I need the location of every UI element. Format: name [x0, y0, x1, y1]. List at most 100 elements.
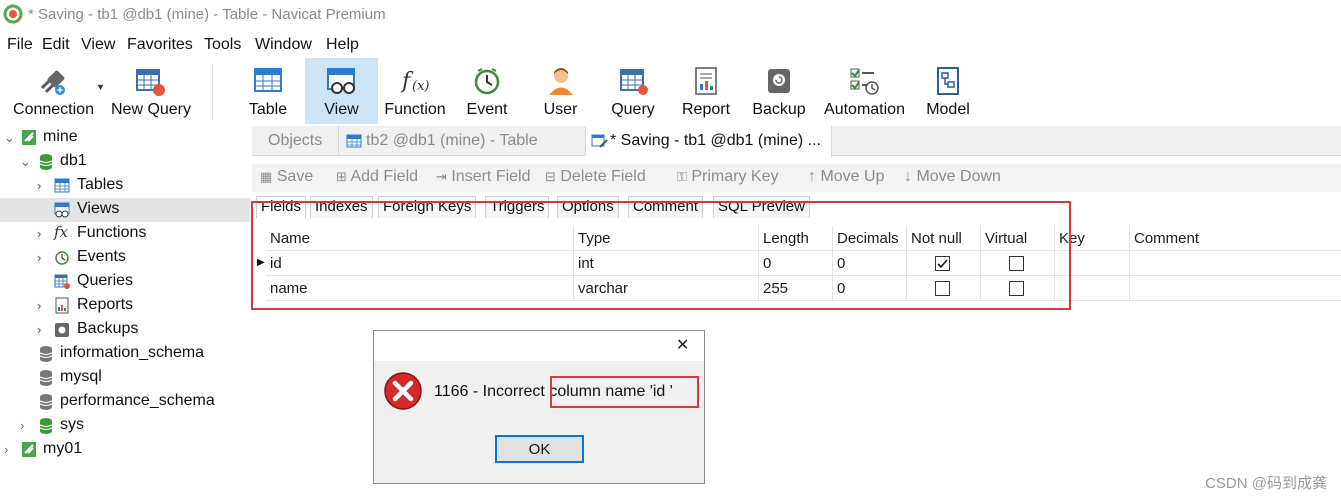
column-header-comment[interactable]: Comment	[1130, 226, 1341, 251]
tree-item-functions[interactable]: › fx Functions	[0, 222, 250, 246]
menu-window[interactable]: Window	[255, 36, 312, 54]
subtab-comment[interactable]: Comment	[628, 196, 704, 218]
tree-item-my01[interactable]: › my01	[0, 438, 250, 462]
menu-view[interactable]: View	[81, 36, 115, 54]
tree-item-sys[interactable]: › sys	[0, 414, 250, 438]
chevron-right-icon[interactable]: ›	[37, 250, 49, 266]
column-header-key[interactable]: Key	[1055, 226, 1130, 251]
menu-help[interactable]: Help	[326, 36, 359, 54]
primary-key-button[interactable]: ⚿ Primary Key	[677, 168, 778, 186]
tree-item-db1[interactable]: ⌄ db1	[0, 150, 250, 174]
virtual-checkbox[interactable]	[1009, 256, 1024, 271]
grid-header: Name Type Length Decimals Not null Virtu…	[266, 226, 1341, 251]
save-button[interactable]: ▦ Save	[260, 168, 313, 186]
add-field-icon: ⊞	[336, 169, 347, 184]
cell-type[interactable]: varchar	[574, 276, 759, 301]
cell-decimals[interactable]: 0	[833, 276, 907, 301]
chevron-right-icon[interactable]: ›	[37, 322, 49, 338]
connection-button[interactable]: Connection	[6, 58, 101, 124]
chevron-down-icon[interactable]: ⌄	[4, 130, 16, 146]
event-button[interactable]: Event	[458, 58, 516, 124]
view-icon	[327, 68, 355, 94]
cell-length[interactable]: 0	[759, 251, 833, 276]
new-query-button[interactable]: New Query	[108, 58, 194, 124]
column-header-name[interactable]: Name	[266, 226, 574, 251]
dialog-title-bar: ✕	[374, 331, 704, 361]
chevron-right-icon[interactable]: ›	[4, 442, 16, 458]
subtab-options[interactable]: Options	[557, 196, 619, 218]
cell-comment[interactable]	[1130, 251, 1341, 276]
connection-dropdown-icon[interactable]: ▼	[96, 82, 105, 92]
backup-button[interactable]: Backup	[749, 58, 809, 124]
close-icon[interactable]: ✕	[676, 335, 689, 355]
function-button[interactable]: f (x) Function	[380, 58, 450, 124]
cell-name[interactable]: name	[266, 276, 574, 301]
database-icon	[39, 346, 53, 362]
not-null-checkbox[interactable]	[935, 281, 950, 296]
watermark: CSDN @码到成龚	[1205, 475, 1327, 492]
tree-item-tables[interactable]: › Tables	[0, 174, 250, 198]
tree-item-backups[interactable]: › Backups	[0, 318, 250, 342]
chevron-down-icon[interactable]: ⌄	[20, 154, 32, 170]
delete-field-button[interactable]: ⊟ Delete Field	[545, 168, 646, 186]
subtab-fields[interactable]: Fields	[256, 196, 307, 218]
column-header-decimals[interactable]: Decimals	[833, 226, 907, 251]
database-icon	[39, 418, 53, 434]
column-header-not-null[interactable]: Not null	[907, 226, 981, 251]
tree-item-views[interactable]: Views	[0, 198, 250, 222]
menu-file[interactable]: File	[7, 36, 33, 54]
insert-field-button[interactable]: ⇥ Insert Field	[436, 168, 531, 186]
tree-item-reports[interactable]: › Reports	[0, 294, 250, 318]
cell-type[interactable]: int	[574, 251, 759, 276]
chevron-right-icon[interactable]: ›	[20, 418, 32, 434]
not-null-checkbox[interactable]	[935, 256, 950, 271]
query-icon	[620, 69, 648, 95]
report-button[interactable]: Report	[677, 58, 735, 124]
table-row[interactable]: name varchar 255 0	[266, 276, 1341, 301]
cell-decimals[interactable]: 0	[833, 251, 907, 276]
move-down-button[interactable]: ↓ Move Down	[904, 168, 1001, 186]
menu-bar: File Edit View Favorites Tools Window He…	[0, 32, 1341, 56]
backup-icon	[768, 69, 790, 93]
cell-comment[interactable]	[1130, 276, 1341, 301]
chevron-right-icon[interactable]: ›	[37, 298, 49, 314]
tab-objects[interactable]: Objects	[252, 126, 339, 156]
column-header-type[interactable]: Type	[574, 226, 759, 251]
menu-favorites[interactable]: Favorites	[127, 36, 193, 54]
cell-length[interactable]: 255	[759, 276, 833, 301]
subtab-indexes[interactable]: Indexes	[310, 196, 373, 218]
cell-key[interactable]	[1055, 276, 1130, 301]
tab-tb2[interactable]: tb2 @db1 (mine) - Table	[340, 126, 586, 156]
cell-name[interactable]: id	[266, 251, 574, 276]
user-button[interactable]: User	[533, 58, 588, 124]
column-header-length[interactable]: Length	[759, 226, 833, 251]
tree-item-events[interactable]: › Events	[0, 246, 250, 270]
tree-item-performance-schema[interactable]: performance_schema	[0, 390, 250, 414]
automation-button[interactable]: Automation	[818, 58, 911, 124]
table-row[interactable]: id int 0 0	[266, 251, 1341, 276]
chevron-right-icon[interactable]: ›	[37, 226, 49, 242]
add-field-button[interactable]: ⊞ Add Field	[336, 168, 418, 186]
move-up-button[interactable]: ↑ Move Up	[808, 168, 884, 186]
tab-saving-tb1[interactable]: * Saving - tb1 @db1 (mine) ...	[586, 126, 832, 157]
menu-edit[interactable]: Edit	[42, 36, 70, 54]
subtab-sql-preview[interactable]: SQL Preview	[713, 196, 810, 218]
menu-tools[interactable]: Tools	[204, 36, 241, 54]
subtab-triggers[interactable]: Triggers	[485, 196, 550, 218]
virtual-checkbox[interactable]	[1009, 281, 1024, 296]
column-header-virtual[interactable]: Virtual	[981, 226, 1055, 251]
cell-key[interactable]	[1055, 251, 1130, 276]
tree-item-information-schema[interactable]: information_schema	[0, 342, 250, 366]
tree-item-mysql[interactable]: mysql	[0, 366, 250, 390]
subtab-foreign-keys[interactable]: Foreign Keys	[378, 196, 477, 218]
ok-button[interactable]: OK	[495, 435, 584, 463]
model-button[interactable]: Model	[920, 58, 976, 124]
tree-item-queries[interactable]: Queries	[0, 270, 250, 294]
view-button[interactable]: View	[305, 58, 378, 124]
query-button[interactable]: Query	[603, 58, 663, 124]
navicat-logo-icon	[3, 4, 23, 24]
tree-item-mine[interactable]: ⌄ mine	[0, 126, 250, 150]
connection-tree: ⌄ mine ⌄ db1 › Tables Views › fx Functio…	[0, 126, 250, 501]
table-button[interactable]: Table	[236, 58, 300, 124]
chevron-right-icon[interactable]: ›	[37, 178, 49, 194]
